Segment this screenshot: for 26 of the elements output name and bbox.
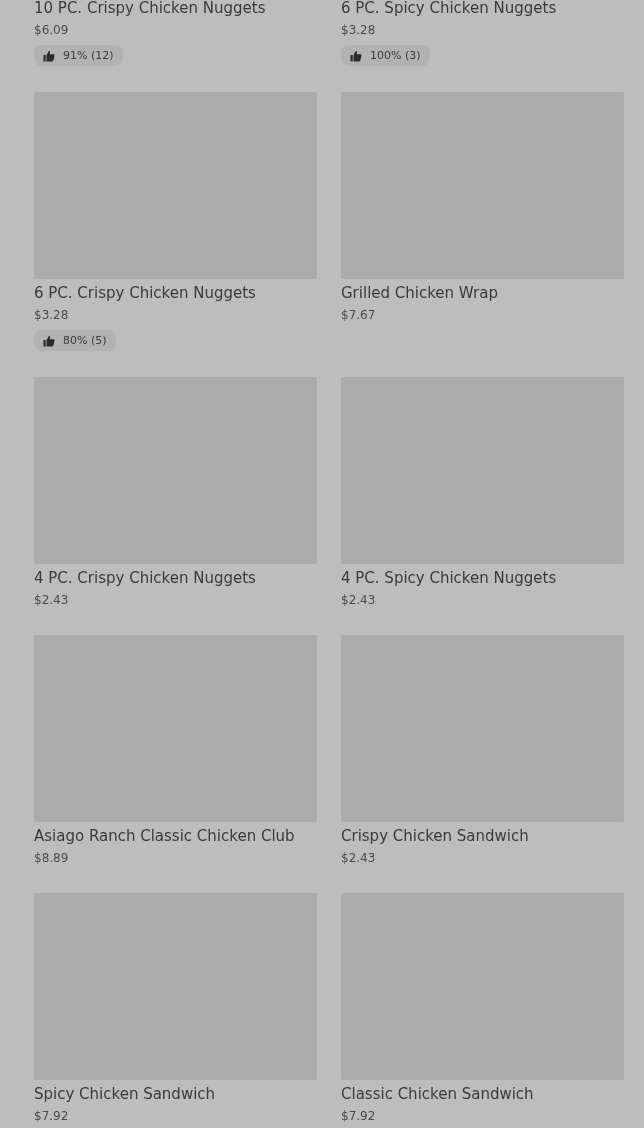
- rating-text: 91% (12): [63, 48, 114, 63]
- item-price: $7.67: [341, 307, 377, 324]
- item-name: 4 PC. Crispy Chicken Nuggets: [34, 568, 257, 589]
- item-name: 6 PC. Crispy Chicken Nuggets: [34, 283, 257, 304]
- item-price: $8.89: [34, 850, 70, 867]
- thumbs-up-icon: [43, 334, 55, 347]
- item-price: $3.28: [341, 22, 377, 39]
- item-price: $2.43: [34, 592, 70, 609]
- item-price: $7.92: [34, 1108, 70, 1125]
- item-name: 4 PC. Spicy Chicken Nuggets: [341, 568, 558, 589]
- item-price: $3.28: [34, 307, 70, 324]
- item-name: Grilled Chicken Wrap: [341, 283, 499, 304]
- item-price: $2.43: [341, 592, 377, 609]
- item-name: 6 PC. Spicy Chicken Nuggets: [341, 0, 558, 19]
- thumbs-up-icon: [43, 49, 55, 62]
- thumbs-up-icon: [350, 49, 362, 62]
- item-name: Asiago Ranch Classic Chicken Club: [34, 826, 296, 847]
- item-price: $7.92: [341, 1108, 377, 1125]
- item-name: Spicy Chicken Sandwich: [34, 1084, 217, 1105]
- item-price: $6.09: [34, 22, 70, 39]
- item-name: 10 PC. Crispy Chicken Nuggets: [34, 0, 267, 19]
- rating-text: 80% (5): [63, 333, 107, 348]
- item-name: Classic Chicken Sandwich: [341, 1084, 535, 1105]
- item-name: Crispy Chicken Sandwich: [341, 826, 530, 847]
- item-price: $2.43: [341, 850, 377, 867]
- rating-text: 100% (3): [370, 48, 421, 63]
